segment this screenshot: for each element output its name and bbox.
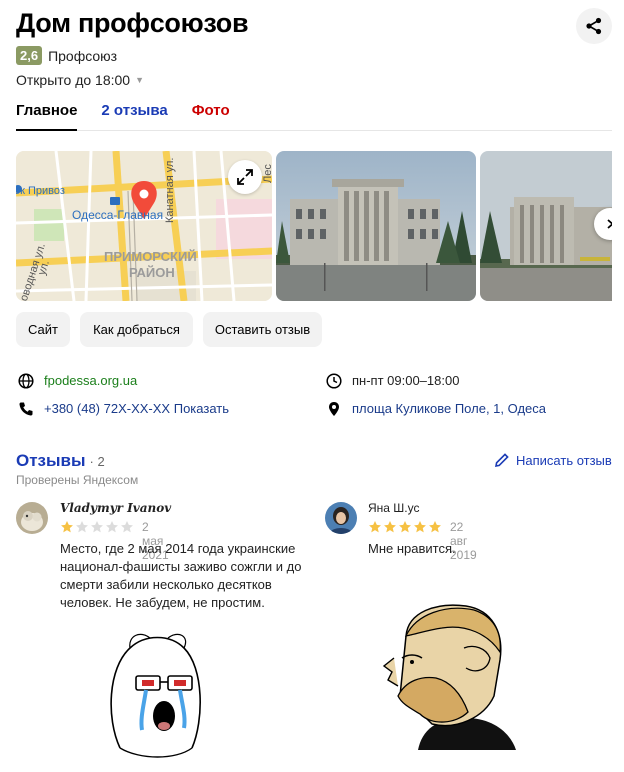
reviews-header: Отзывы · 2	[16, 451, 105, 471]
review-text-2: Мне нравится.	[368, 540, 608, 558]
clock-icon	[325, 372, 342, 389]
address-link[interactable]: площа Куликове Поле, 1, Одеса	[352, 401, 546, 416]
star-empty-icon	[91, 521, 103, 533]
phone-row: +380 (48) 72X-XX-XX Показать	[17, 400, 229, 417]
review-text-line: национал-фашисты заживо сожгли и до	[60, 559, 302, 574]
hours-status-text: Открыто до 18:00	[16, 72, 131, 88]
map-label-les: Лес	[262, 164, 272, 183]
leave-review-button[interactable]: Оставить отзыв	[203, 312, 322, 347]
star-empty-icon	[121, 521, 133, 533]
reviews-count: · 2	[89, 454, 105, 469]
verified-note: Проверены Яндексом	[16, 473, 139, 487]
tab-reviews[interactable]: 2 отзыва	[101, 100, 167, 131]
star-filled-icon	[369, 521, 381, 533]
chad-drawing	[382, 604, 516, 750]
chevron-right-icon	[607, 219, 612, 229]
star-filled-icon	[61, 521, 73, 533]
chevron-down-icon: ▼	[135, 75, 145, 85]
building-photo-image	[276, 151, 476, 301]
media-gallery: ок Привоз Одесса-Главная Канатная ул. ПР…	[16, 151, 612, 301]
reviews-title[interactable]: Отзывы	[16, 451, 86, 471]
review-text: Место, где 2 мая 2014 года украинские на…	[60, 540, 320, 612]
review-rating-2	[368, 520, 442, 534]
review-author-2[interactable]: Яна Ш.ус	[368, 501, 420, 515]
map-label-privoz: ок Привоз	[16, 185, 65, 197]
website-link[interactable]: fpodessa.org.ua	[44, 373, 137, 388]
rating-badge[interactable]: 2,6	[16, 46, 43, 65]
star-filled-icon	[399, 521, 411, 533]
write-review-label: Написать отзыв	[516, 452, 612, 468]
hours-status[interactable]: Открыто до 18:00 ▼	[16, 72, 144, 88]
map-label-district: ПРИМОРСКИЙ	[104, 249, 197, 264]
review-text-line: смерти забили несколько десятков	[60, 577, 272, 592]
rating-row: 2,6 Профсоюз	[16, 46, 117, 65]
review-text-line: человек. Не забудем, не простим.	[60, 595, 265, 610]
review-rating	[60, 520, 134, 534]
review-text-line: Мне нравится.	[368, 541, 456, 556]
place-title: Дом профсоюзов	[16, 8, 249, 38]
tab-bar: Главное 2 отзыва Фото	[16, 100, 612, 131]
map-label-station: Одесса-Главная	[72, 208, 164, 222]
pencil-icon	[494, 453, 509, 468]
map-thumbnail[interactable]: ок Привоз Одесса-Главная Канатная ул. ПР…	[16, 151, 272, 301]
website-row: fpodessa.org.ua	[17, 372, 137, 389]
site-button[interactable]: Сайт	[16, 312, 70, 347]
phone-icon	[17, 400, 34, 417]
expand-icon	[237, 169, 253, 185]
phone-number[interactable]: +380 (48) 72X-XX-XX	[44, 401, 170, 416]
phone-info: +380 (48) 72X-XX-XX Показать	[44, 401, 229, 416]
location-pin-icon	[325, 400, 342, 417]
star-filled-icon	[384, 521, 396, 533]
action-buttons: Сайт Как добраться Оставить отзыв	[16, 312, 322, 347]
globe-icon	[17, 372, 34, 389]
avatar-2[interactable]	[325, 502, 357, 534]
building-photo-image-2	[480, 151, 612, 301]
star-empty-icon	[76, 521, 88, 533]
photo-building-2[interactable]	[480, 151, 612, 301]
share-icon	[586, 17, 602, 35]
star-filled-icon	[429, 521, 441, 533]
place-category: Профсоюз	[48, 47, 118, 64]
tab-main[interactable]: Главное	[16, 100, 78, 131]
review-author[interactable]: Vladymyr Ivanov	[60, 501, 171, 515]
map-label-district-2: РАЙОН	[129, 265, 175, 280]
review-text-line: Место, где 2 мая 2014 года украинские	[60, 541, 296, 556]
write-review-link[interactable]: Написать отзыв	[494, 452, 612, 468]
phone-show-link[interactable]: Показать	[174, 401, 229, 416]
schedule-row: пн-пт 09:00–18:00	[325, 372, 459, 389]
star-empty-icon	[106, 521, 118, 533]
address-row: площа Куликове Поле, 1, Одеса	[325, 400, 546, 417]
expand-map-button[interactable]	[228, 160, 262, 194]
schedule-text[interactable]: пн-пт 09:00–18:00	[352, 373, 459, 388]
map-label-kanatnaya: Канатная ул.	[164, 157, 176, 223]
crying-wojak-drawing	[110, 633, 201, 758]
share-button[interactable]	[576, 8, 612, 44]
tab-photo[interactable]: Фото	[192, 100, 230, 131]
route-button[interactable]: Как добраться	[80, 312, 193, 347]
star-filled-icon	[414, 521, 426, 533]
photo-building-1[interactable]	[276, 151, 476, 301]
avatar[interactable]	[16, 502, 48, 534]
